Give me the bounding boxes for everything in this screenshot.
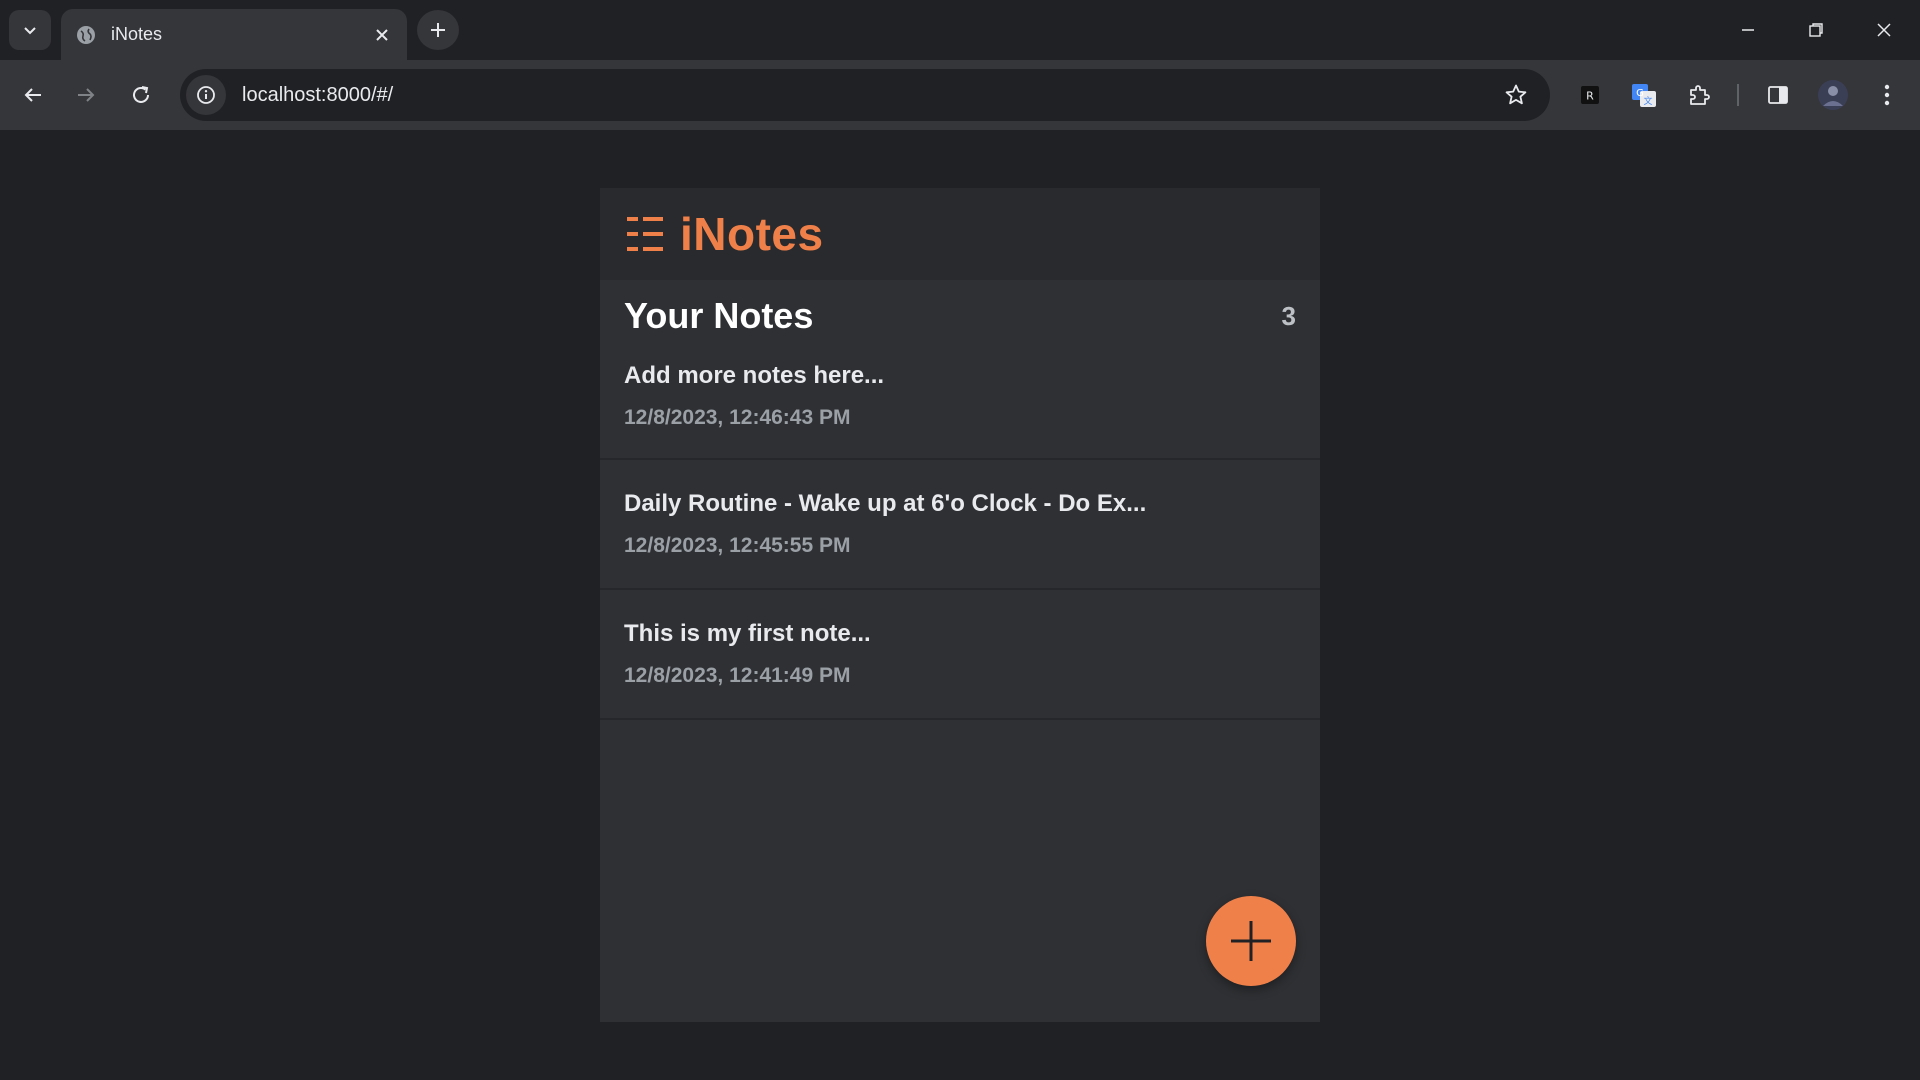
info-icon bbox=[197, 86, 215, 104]
star-icon bbox=[1505, 84, 1527, 105]
puzzle-icon bbox=[1690, 85, 1710, 105]
plus-icon bbox=[1231, 921, 1271, 961]
extension-r-icon: R bbox=[1581, 86, 1599, 104]
notes-app: iNotes Your Notes 3 Add more notes here.… bbox=[600, 188, 1320, 1022]
minimize-button[interactable] bbox=[1724, 10, 1772, 50]
plus-icon bbox=[431, 23, 445, 37]
note-title: Daily Routine - Wake up at 6'o Clock - D… bbox=[624, 490, 1147, 517]
list-icon bbox=[627, 217, 663, 251]
extension-r-button[interactable]: R bbox=[1569, 74, 1611, 116]
window-close-button[interactable] bbox=[1860, 10, 1908, 50]
app-header: iNotes bbox=[600, 188, 1320, 280]
minimize-icon bbox=[1742, 29, 1754, 31]
profile-button[interactable] bbox=[1812, 74, 1854, 116]
browser-tab-active[interactable]: iNotes bbox=[61, 9, 407, 60]
avatar bbox=[1818, 80, 1848, 110]
site-info-button[interactable] bbox=[186, 75, 226, 115]
list-item[interactable]: Daily Routine - Wake up at 6'o Clock - D… bbox=[600, 460, 1320, 590]
svg-text:文: 文 bbox=[1643, 95, 1652, 107]
list-item[interactable]: This is my first note... 12/8/2023, 12:4… bbox=[600, 590, 1320, 720]
browser-tabstrip: iNotes bbox=[0, 0, 1920, 60]
browser-toolbar: localhost:8000/#/ R G文 bbox=[0, 60, 1920, 130]
browser-menu-button[interactable] bbox=[1866, 74, 1908, 116]
side-panel-icon bbox=[1768, 86, 1788, 104]
chevron-down-icon bbox=[24, 27, 36, 35]
close-icon bbox=[376, 28, 388, 41]
translate-extension-button[interactable]: G文 bbox=[1623, 74, 1665, 116]
forward-button[interactable] bbox=[65, 74, 107, 116]
extensions-button[interactable] bbox=[1678, 74, 1720, 116]
restore-button[interactable] bbox=[1792, 10, 1840, 50]
reload-icon bbox=[133, 86, 149, 103]
note-title: Add more notes here... bbox=[624, 362, 885, 389]
tab-search-button[interactable] bbox=[9, 10, 51, 50]
arrow-left-icon bbox=[24, 88, 41, 102]
notes-list: Add more notes here... 12/8/2023, 12:46:… bbox=[600, 352, 1320, 720]
reload-button[interactable] bbox=[120, 74, 162, 116]
new-tab-button[interactable] bbox=[417, 10, 459, 50]
notes-header: Your Notes 3 bbox=[600, 280, 1320, 352]
address-bar[interactable]: localhost:8000/#/ bbox=[180, 69, 1550, 121]
page-viewport: iNotes Your Notes 3 Add more notes here.… bbox=[0, 130, 1920, 1080]
svg-text:R: R bbox=[1586, 90, 1594, 103]
list-item[interactable]: Add more notes here... 12/8/2023, 12:46:… bbox=[600, 352, 1320, 460]
note-title: This is my first note... bbox=[624, 620, 871, 647]
tab-close-button[interactable] bbox=[371, 24, 393, 46]
kebab-menu-icon bbox=[1884, 84, 1890, 106]
globe-icon bbox=[77, 25, 95, 44]
arrow-right-icon bbox=[78, 88, 95, 102]
url-text[interactable]: localhost:8000/#/ bbox=[242, 84, 1496, 107]
app-title: iNotes bbox=[680, 208, 824, 260]
notes-heading: Your Notes bbox=[624, 295, 814, 336]
notes-count: 3 bbox=[1281, 300, 1296, 331]
add-note-button[interactable] bbox=[1206, 896, 1296, 986]
tab-title: iNotes bbox=[111, 24, 163, 44]
note-date: 12/8/2023, 12:46:43 PM bbox=[624, 406, 851, 429]
translate-icon: G文 bbox=[1632, 84, 1656, 107]
close-icon bbox=[1877, 23, 1891, 37]
restore-icon bbox=[1809, 23, 1823, 37]
note-date: 12/8/2023, 12:41:49 PM bbox=[624, 664, 851, 687]
bookmark-button[interactable] bbox=[1496, 75, 1536, 115]
back-button[interactable] bbox=[12, 74, 54, 116]
toolbar-divider bbox=[1737, 84, 1739, 106]
side-panel-button[interactable] bbox=[1757, 74, 1799, 116]
note-date: 12/8/2023, 12:45:55 PM bbox=[624, 534, 851, 557]
